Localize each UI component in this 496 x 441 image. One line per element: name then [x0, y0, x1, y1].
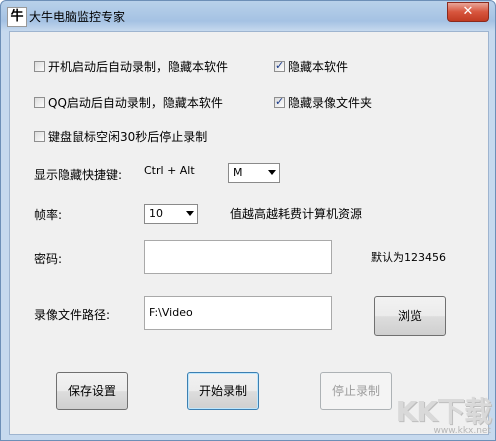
checkbox-hide-folder[interactable] — [274, 95, 285, 108]
hotkey-label: 显示隐藏快捷键: — [34, 168, 123, 182]
hide-software-label: 隐藏本软件 — [288, 60, 349, 74]
framerate-select[interactable]: 10 — [144, 204, 198, 224]
record-path-input[interactable]: F:\Video — [144, 296, 332, 330]
qq-record-label: QQ启动后自动录制，隐藏本软件 — [48, 96, 223, 110]
browse-button[interactable]: 浏览 — [374, 296, 446, 336]
hotkey-key-select[interactable]: M — [228, 163, 280, 183]
stop-record-button[interactable]: 停止录制 — [320, 372, 392, 410]
checkbox-hide-software[interactable] — [274, 59, 285, 72]
app-icon: 牛 — [7, 7, 27, 27]
hide-record-folder-checkbox[interactable]: 隐藏录像文件夹 — [274, 94, 372, 111]
window-title: 大牛电脑监控专家 — [29, 10, 126, 24]
framerate-hint: 值越高越耗费计算机资源 — [230, 207, 363, 221]
qq-record-checkbox[interactable]: QQ启动后自动录制，隐藏本软件 — [34, 94, 223, 111]
idle-stop-checkbox[interactable]: 键盘鼠标空闲30秒后停止录制 — [34, 128, 207, 145]
password-default-hint: 默认为123456 — [371, 251, 446, 264]
checkbox-qq-record[interactable] — [34, 97, 45, 108]
start-record-button[interactable]: 开始录制 — [187, 372, 259, 410]
framerate-value: 10 — [149, 207, 163, 220]
hide-software-checkbox[interactable]: 隐藏本软件 — [274, 58, 348, 75]
checkbox-autostart[interactable] — [34, 61, 45, 72]
autostart-record-label: 开机启动后自动录制，隐藏本软件 — [48, 60, 229, 74]
autostart-record-checkbox[interactable]: 开机启动后自动录制，隐藏本软件 — [34, 58, 228, 75]
password-label: 密码: — [34, 252, 63, 266]
chevron-down-icon — [268, 170, 276, 175]
hotkey-modifiers: Ctrl + Alt — [144, 164, 195, 177]
hotkey-key-value: M — [233, 166, 243, 179]
save-settings-button[interactable]: 保存设置 — [56, 372, 128, 410]
hide-record-folder-label: 隐藏录像文件夹 — [288, 96, 373, 110]
path-label: 录像文件路径: — [34, 308, 111, 322]
settings-panel: 开机启动后自动录制，隐藏本软件 隐藏本软件 QQ启动后自动录制，隐藏本软件 隐藏… — [9, 31, 489, 435]
close-button[interactable]: ✕ — [447, 2, 489, 22]
checkbox-idle-stop[interactable] — [34, 131, 45, 142]
title-bar[interactable]: 牛 大牛电脑监控专家 ✕ — [1, 1, 495, 31]
framerate-label: 帧率: — [34, 208, 63, 222]
idle-stop-label: 键盘鼠标空闲30秒后停止录制 — [48, 130, 208, 144]
password-input[interactable] — [144, 240, 332, 274]
chevron-down-icon — [186, 211, 194, 216]
app-window: 牛 大牛电脑监控专家 ✕ 开机启动后自动录制，隐藏本软件 隐藏本软件 QQ启动后… — [0, 0, 496, 441]
